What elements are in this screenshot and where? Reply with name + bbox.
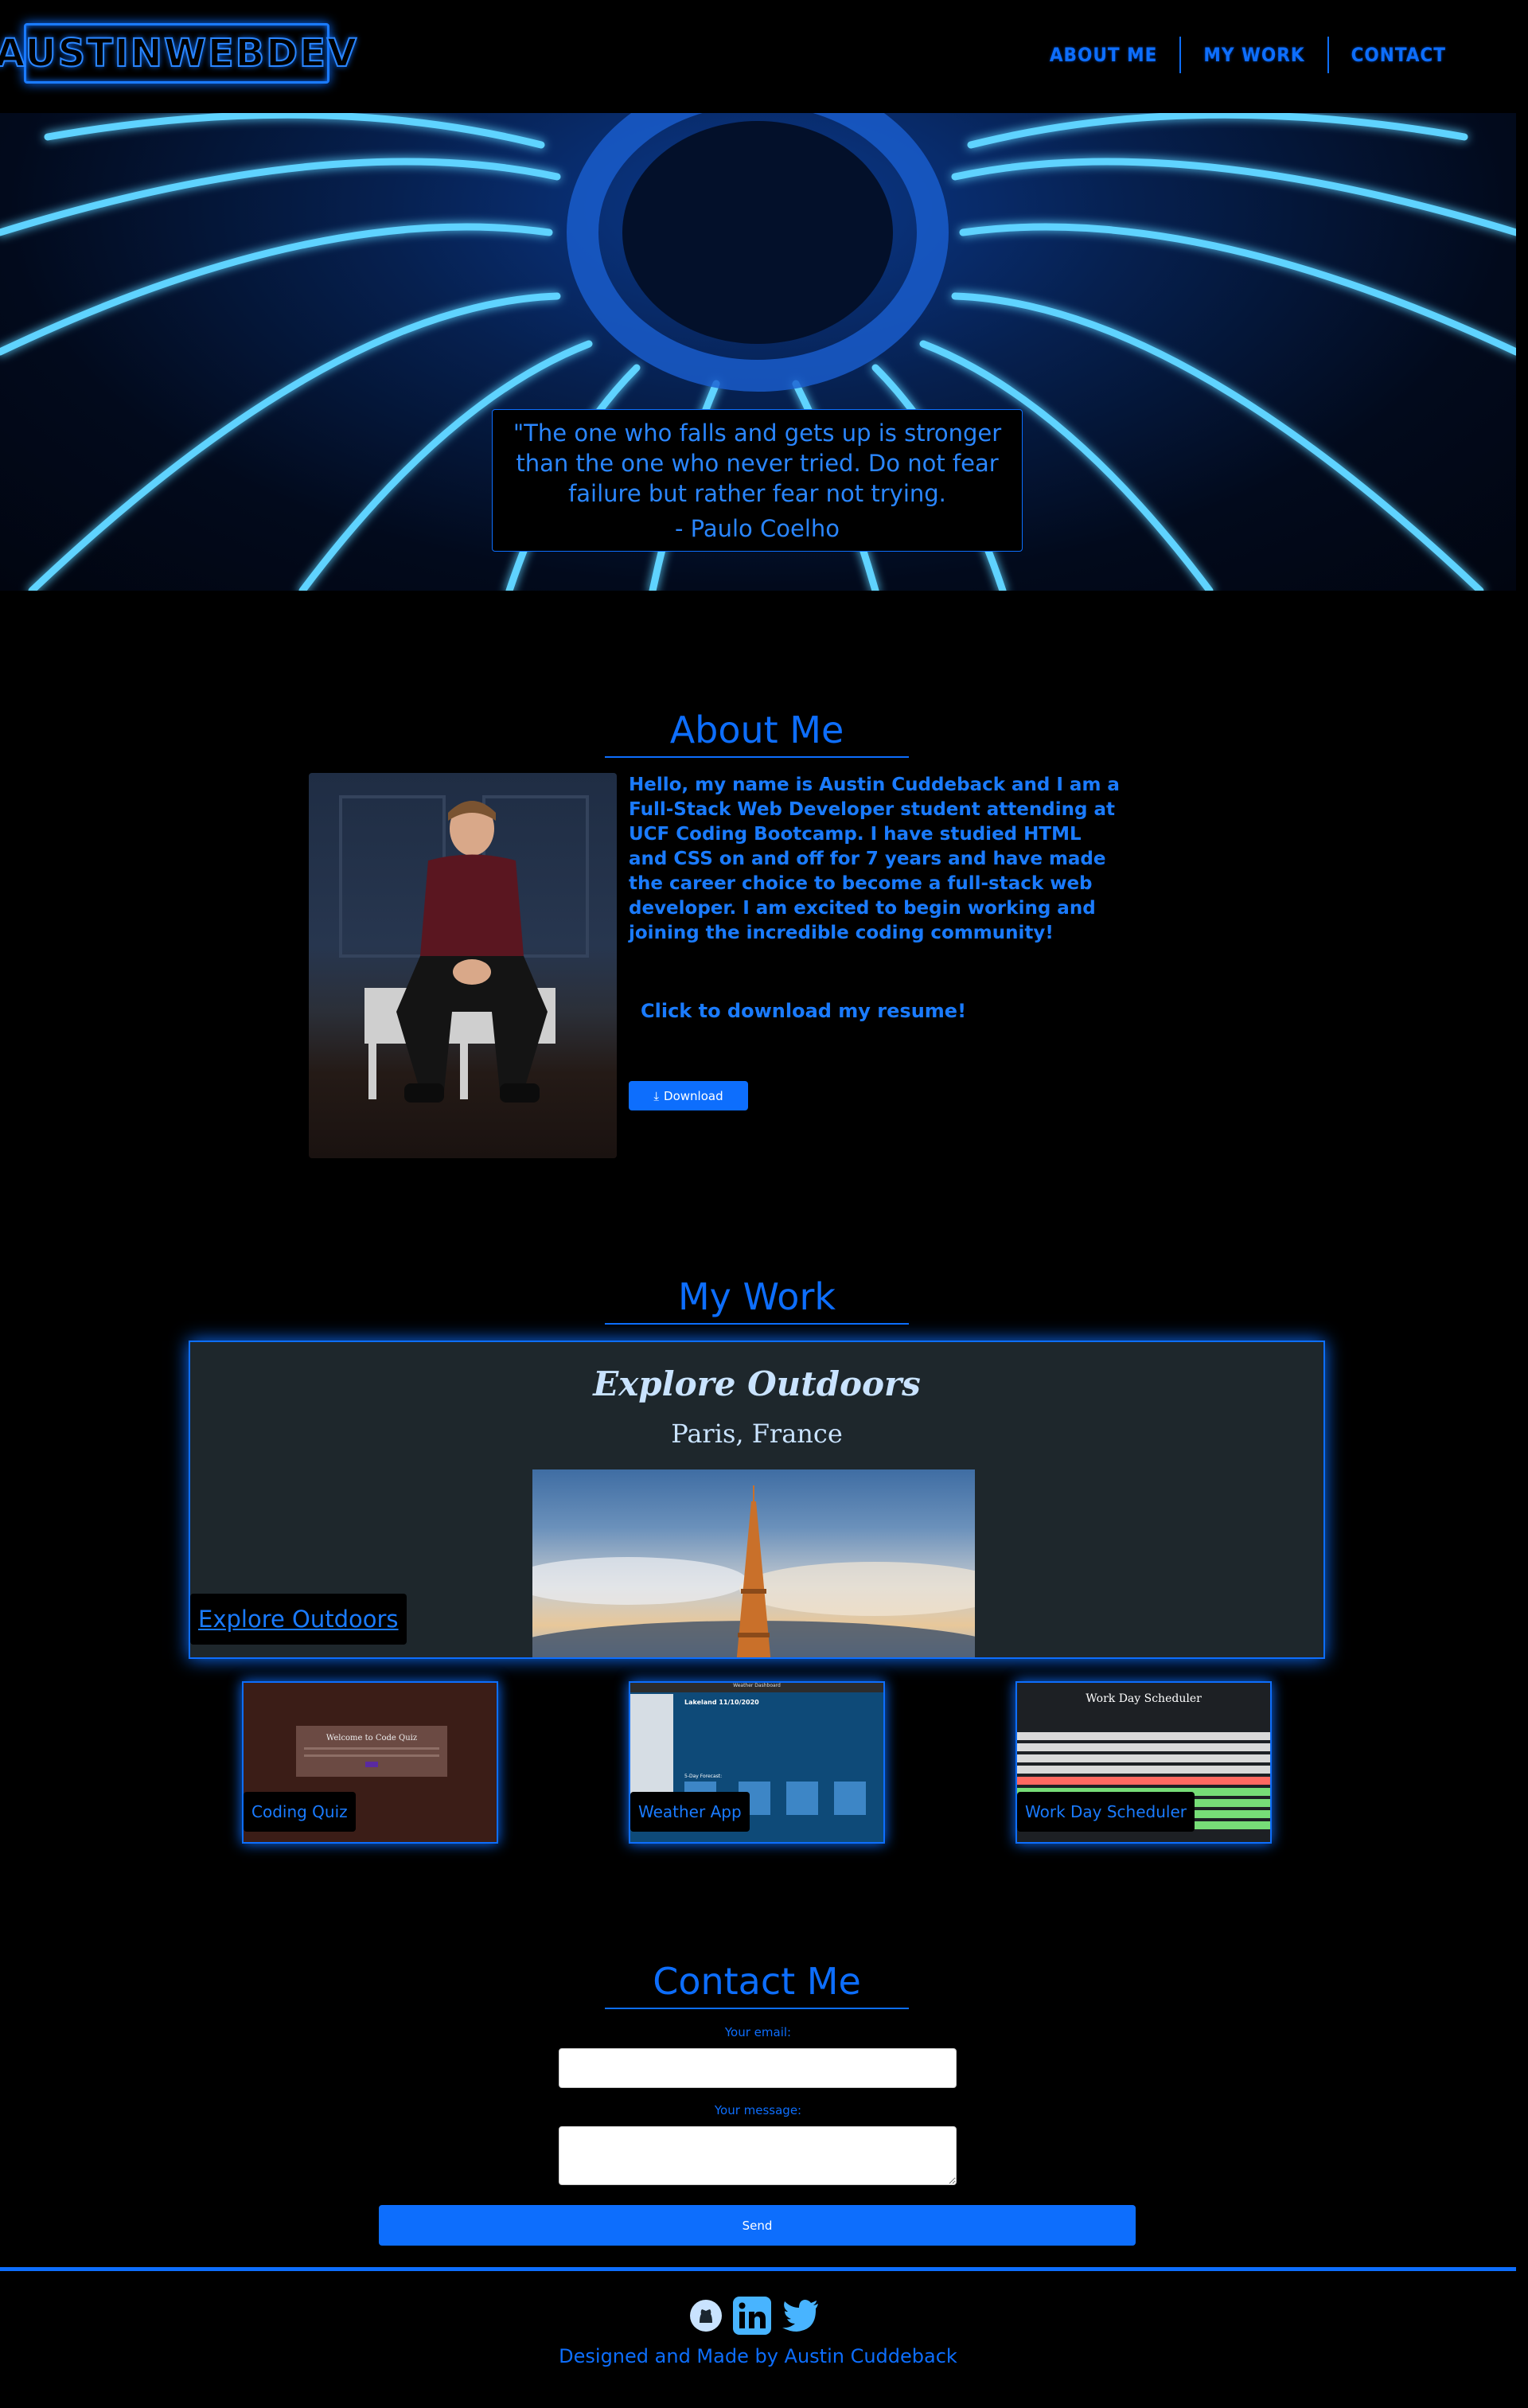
quote-author: - Paulo Coelho — [674, 515, 840, 542]
site-logo[interactable]: AUSTINWEBDEV — [0, 23, 357, 84]
send-button[interactable]: Send — [379, 2205, 1136, 2246]
message-field-label: Your message: — [714, 2103, 802, 2117]
project-card-coding-quiz[interactable]: Welcome to Code Quiz Coding Quiz — [242, 1681, 498, 1844]
preview-city: Lakeland 11/10/2020 — [684, 1699, 759, 1706]
work-section-title: My Work — [605, 1275, 909, 1325]
featured-project-link[interactable]: Explore Outdoors — [190, 1594, 407, 1645]
download-resume-button[interactable]: ⤓ Download — [629, 1081, 748, 1110]
github-icon[interactable] — [689, 2299, 723, 2336]
nav-link-contact[interactable]: CONTACT — [1329, 37, 1468, 73]
featured-project-card[interactable]: Explore Outdoors Paris, France Explore O… — [189, 1341, 1325, 1659]
preview-title: Weather Dashboard — [630, 1683, 883, 1692]
featured-heading: Explore Outdoors — [593, 1364, 921, 1403]
preview-forecast-label: 5-Day Forecast: — [684, 1774, 723, 1779]
featured-subheading: Paris, France — [671, 1419, 843, 1449]
download-icon: ⤓ — [653, 1088, 660, 1103]
social-links — [689, 2296, 820, 2339]
about-bio: Hello, my name is Austin Cuddeback and I… — [629, 775, 1120, 943]
message-field[interactable] — [559, 2126, 957, 2185]
download-button-label: Download — [664, 1088, 723, 1103]
preview-title: Welcome to Code Quiz — [325, 1734, 418, 1743]
preview-title: Work Day Scheduler — [1086, 1692, 1202, 1705]
footer-credit: Designed and Made by Austin Cuddeback — [559, 2345, 957, 2367]
preview-panel: Welcome to Code Quiz — [296, 1726, 447, 1777]
nav-link-about-me[interactable]: ABOUT ME — [1027, 37, 1180, 73]
project-card-weather-app[interactable]: Weather Dashboard Lakeland 11/10/2020 5-… — [629, 1681, 885, 1844]
footer-divider — [0, 2267, 1516, 2271]
contact-section-title: Contact Me — [605, 1960, 909, 2009]
twitter-icon[interactable] — [782, 2299, 820, 2336]
linkedin-icon[interactable] — [732, 2296, 772, 2339]
email-field[interactable] — [559, 2048, 957, 2088]
resume-label: Click to download my resume! — [641, 1000, 967, 1022]
profile-photo — [309, 773, 617, 1158]
project-card-work-day-scheduler[interactable]: Work Day Scheduler Work Day Scheduler — [1015, 1681, 1272, 1844]
about-section-title: About Me — [605, 708, 909, 758]
hero-banner: "The one who falls and gets up is strong… — [0, 113, 1516, 591]
email-field-label: Your email: — [724, 2025, 792, 2039]
nav-link-my-work[interactable]: MY WORK — [1181, 37, 1327, 73]
eiffel-tower-image — [532, 1469, 975, 1657]
navbar: AUSTINWEBDEV ABOUT ME MY WORK CONTACT — [0, 0, 1516, 113]
quote-box: "The one who falls and gets up is strong… — [492, 409, 1023, 552]
project-label[interactable]: Work Day Scheduler — [1017, 1792, 1195, 1832]
project-label[interactable]: Weather App — [630, 1792, 750, 1832]
nav-links: ABOUT ME MY WORK CONTACT — [1027, 37, 1468, 73]
project-label[interactable]: Coding Quiz — [244, 1792, 356, 1832]
quote-text: "The one who falls and gets up is strong… — [513, 420, 1002, 507]
